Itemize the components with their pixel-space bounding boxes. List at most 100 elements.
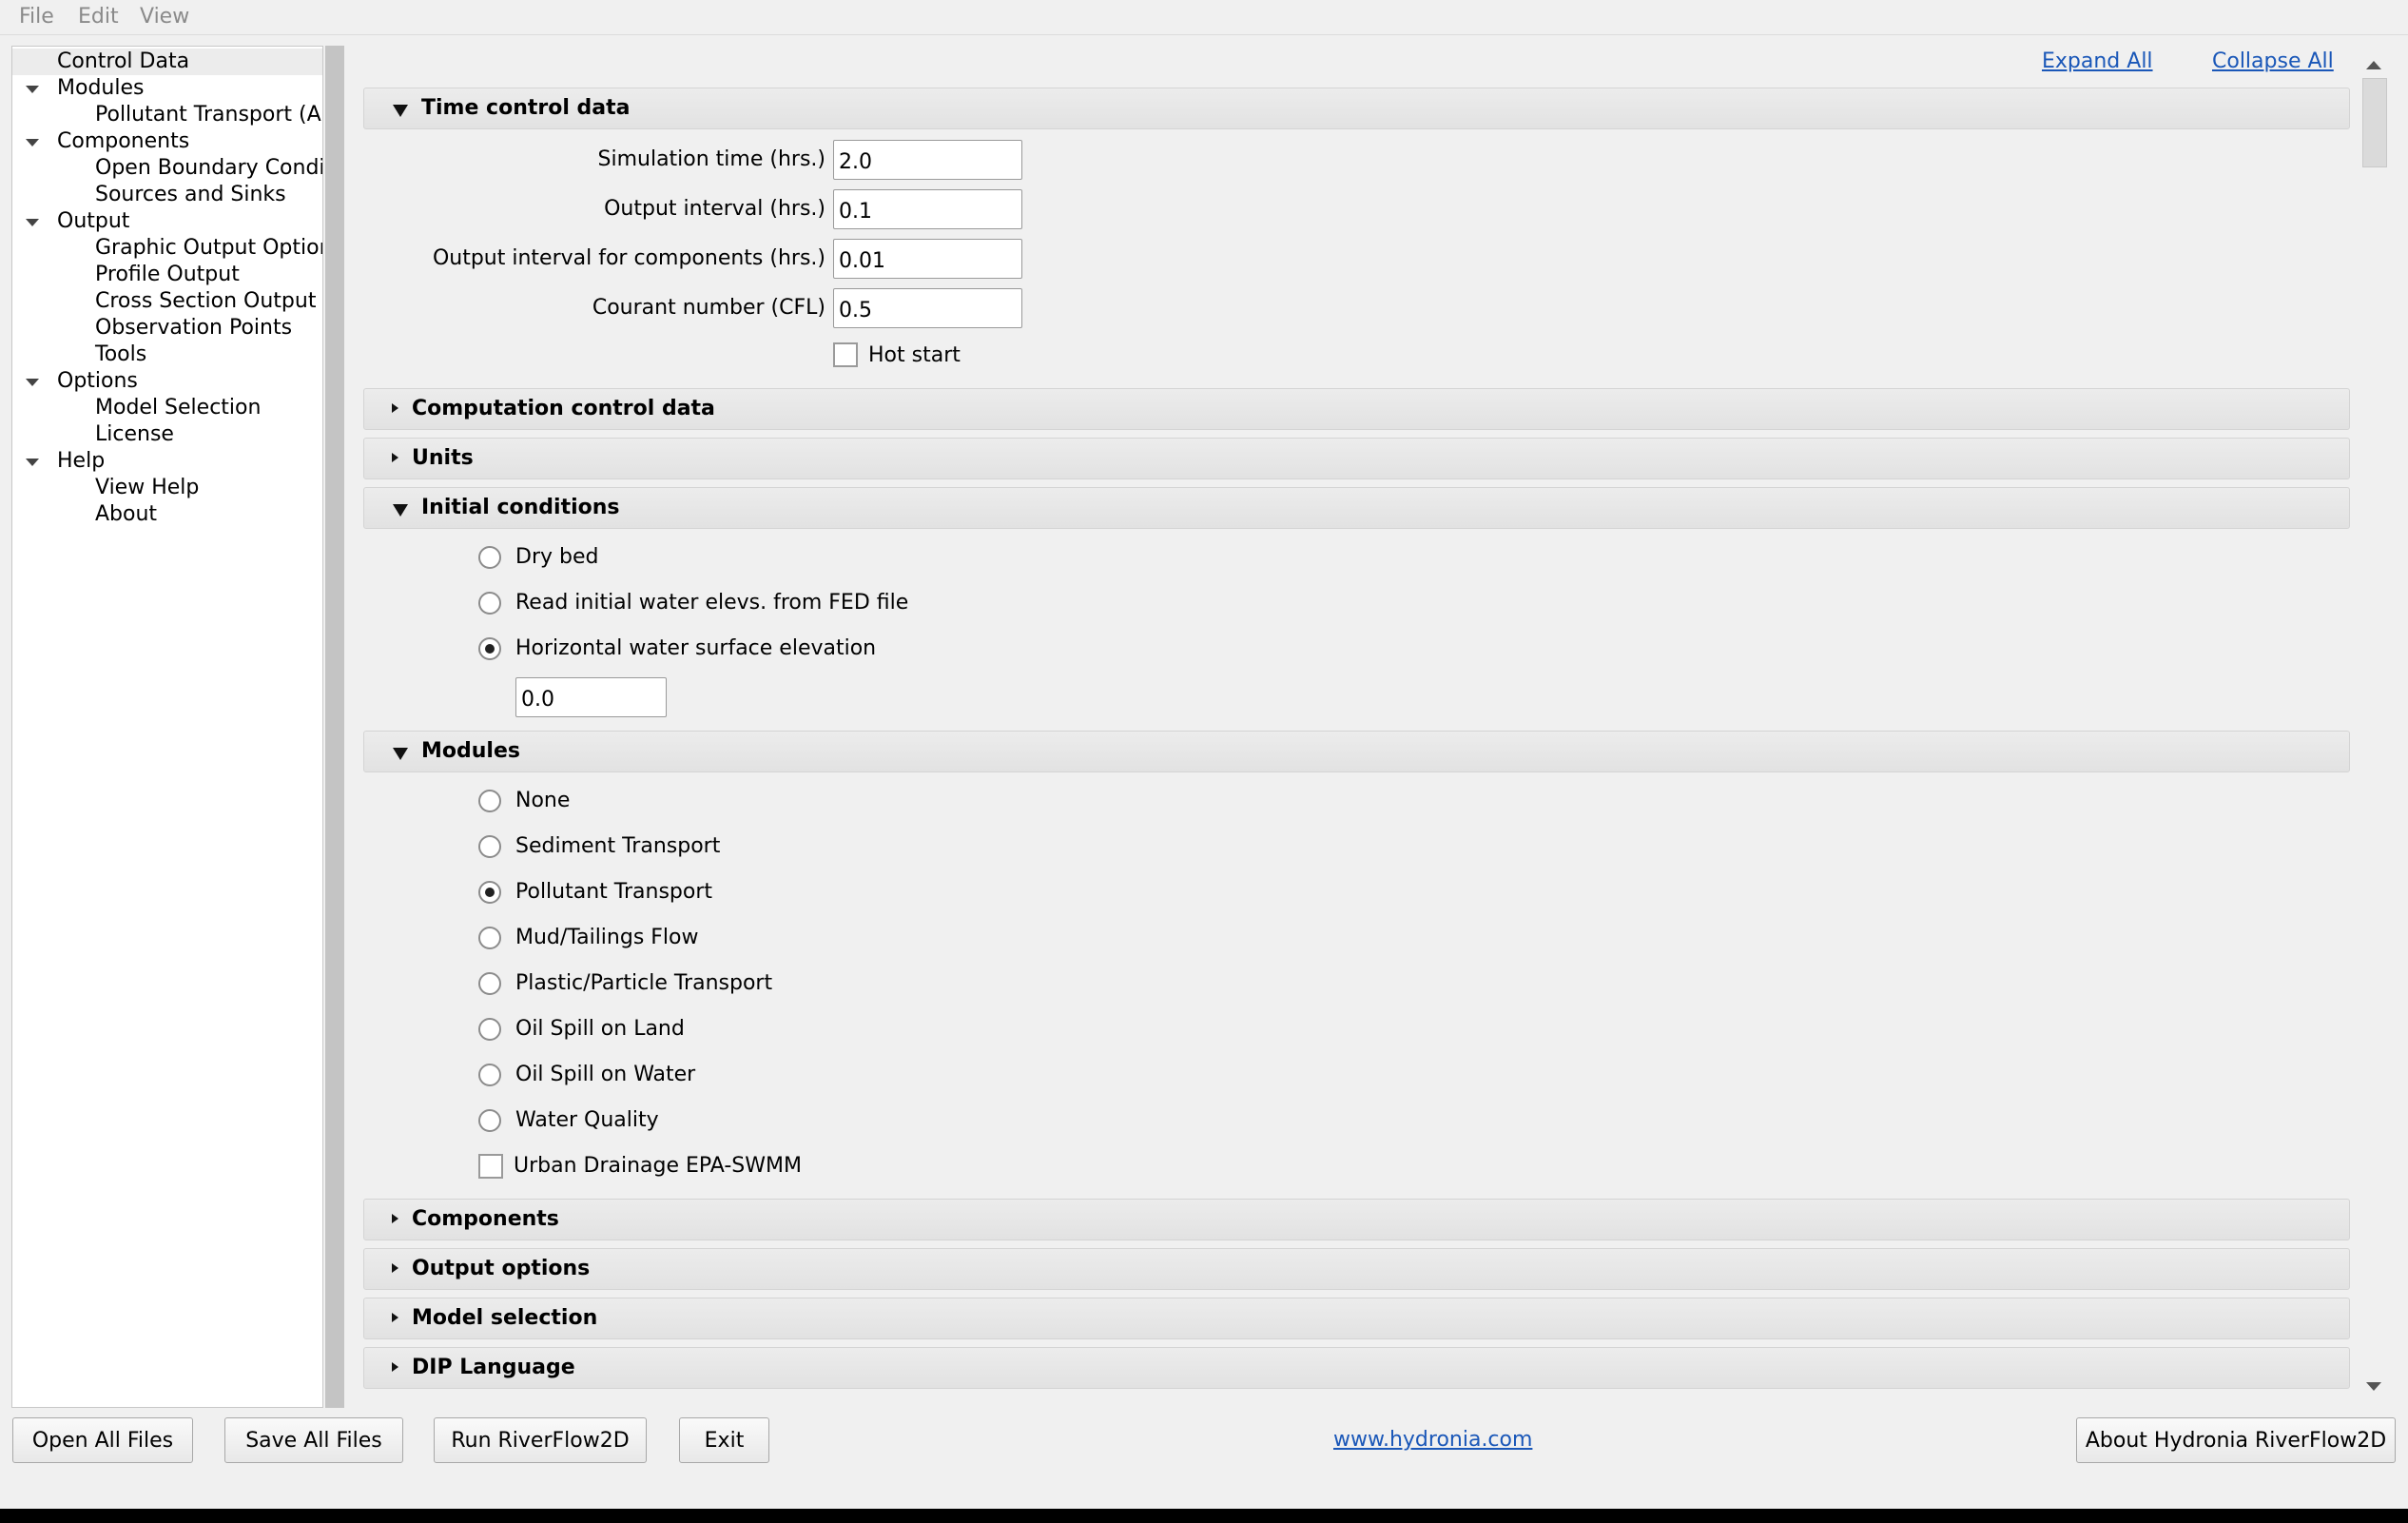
tree-item-about[interactable]: About (95, 501, 157, 528)
tree-item-sources-sinks[interactable]: Sources and Sinks (95, 182, 286, 208)
expand-arrow-icon[interactable] (26, 219, 39, 226)
read-fed-radio[interactable] (478, 592, 501, 615)
module-oil-water-label: Oil Spill on Water (515, 1063, 696, 1086)
collapse-triangle-icon (393, 105, 408, 117)
section-title: Computation control data (412, 397, 715, 420)
section-modules-header[interactable]: Modules (363, 731, 2350, 772)
module-sediment-label: Sediment Transport (515, 834, 721, 858)
output-interval-components-label: Output interval for components (hrs.) (432, 246, 825, 270)
website-link[interactable]: www.hydronia.com (1333, 1428, 1532, 1452)
tree-item-graphic-output[interactable]: Graphic Output Options (95, 235, 322, 262)
tree-item-cross-section-output[interactable]: Cross Section Output (95, 288, 316, 315)
tree-item-components[interactable]: Components (57, 128, 189, 155)
tree-item-help[interactable]: Help (57, 448, 105, 475)
tree-item-view-help[interactable]: View Help (95, 475, 199, 501)
section-initial-conditions-header[interactable]: Initial conditions (363, 487, 2350, 529)
module-plastic-label: Plastic/Particle Transport (515, 971, 773, 995)
scrollbar-thumb[interactable] (2362, 78, 2387, 167)
tree-item-label: Control Data (57, 49, 190, 73)
module-mud-label: Mud/Tailings Flow (515, 926, 699, 949)
module-plastic-radio[interactable] (478, 972, 501, 995)
tree-item-open-boundary[interactable]: Open Boundary Condi... (95, 155, 322, 182)
section-output-options-header[interactable]: Output options (363, 1248, 2350, 1290)
menu-file[interactable]: File (19, 5, 54, 29)
expand-triangle-icon (392, 1214, 398, 1223)
tree-item-profile-output[interactable]: Profile Output (95, 262, 240, 288)
menu-edit[interactable]: Edit (78, 5, 119, 29)
open-all-files-button[interactable]: Open All Files (12, 1417, 193, 1463)
module-none-radio[interactable] (478, 790, 501, 812)
expand-triangle-icon (392, 1313, 398, 1322)
section-title: Model selection (412, 1306, 598, 1330)
section-title: Units (412, 446, 474, 470)
section-units-header[interactable]: Units (363, 438, 2350, 479)
urban-drainage-checkbox[interactable] (478, 1154, 503, 1179)
scroll-down-arrow-icon[interactable] (2366, 1382, 2381, 1391)
expand-triangle-icon (392, 1263, 398, 1273)
collapse-triangle-icon (393, 748, 408, 760)
collapse-all-link[interactable]: Collapse All (2212, 49, 2334, 73)
tree-item-modules[interactable]: Modules (57, 75, 144, 102)
expand-triangle-icon (392, 1362, 398, 1372)
section-components-header[interactable]: Components (363, 1199, 2350, 1240)
section-dip-language-header[interactable]: DIP Language (363, 1347, 2350, 1389)
module-oil-land-label: Oil Spill on Land (515, 1017, 685, 1041)
splitter-handle[interactable] (325, 46, 344, 1408)
module-oil-water-radio[interactable] (478, 1064, 501, 1086)
exit-button[interactable]: Exit (679, 1417, 769, 1463)
menu-bar: File Edit View (0, 0, 2408, 35)
expand-arrow-icon[interactable] (26, 379, 39, 386)
section-model-selection-header[interactable]: Model selection (363, 1298, 2350, 1339)
output-interval-components-input[interactable] (833, 239, 1022, 279)
menu-view[interactable]: View (140, 5, 189, 29)
output-interval-label: Output interval (hrs.) (604, 197, 825, 221)
module-water-quality-radio[interactable] (478, 1109, 501, 1132)
section-title: DIP Language (412, 1356, 575, 1379)
expand-triangle-icon (392, 403, 398, 413)
expand-arrow-icon[interactable] (26, 139, 39, 146)
section-title: Output options (412, 1257, 591, 1280)
courant-number-input[interactable] (833, 288, 1022, 328)
section-title: Modules (421, 739, 520, 763)
expand-arrow-icon[interactable] (26, 86, 39, 93)
tree-item-model-selection[interactable]: Model Selection (95, 395, 261, 421)
section-title: Time control data (421, 96, 631, 120)
save-all-files-button[interactable]: Save All Files (224, 1417, 403, 1463)
module-oil-land-radio[interactable] (478, 1018, 501, 1041)
expand-all-link[interactable]: Expand All (2042, 49, 2153, 73)
tree-item-output[interactable]: Output (57, 208, 129, 235)
tree-item-control-data[interactable]: Control Data (12, 49, 322, 75)
dry-bed-radio[interactable] (478, 546, 501, 569)
output-interval-input[interactable] (833, 189, 1022, 229)
tree-item-observation-points[interactable]: Observation Points (95, 315, 292, 342)
run-riverflow2d-button[interactable]: Run RiverFlow2D (434, 1417, 647, 1463)
tree-item-tools[interactable]: Tools (95, 342, 146, 368)
tree-item-pollutant-transport[interactable]: Pollutant Transport (A... (95, 102, 322, 128)
vertical-scrollbar[interactable] (2359, 53, 2393, 1404)
module-sediment-radio[interactable] (478, 835, 501, 858)
navigation-tree: Control Data Modules Pollutant Transport… (11, 46, 323, 1408)
simulation-time-input[interactable] (833, 140, 1022, 180)
expand-triangle-icon (392, 453, 398, 462)
tree-item-license[interactable]: License (95, 421, 174, 448)
section-time-control-header[interactable]: Time control data (363, 88, 2350, 129)
dry-bed-label: Dry bed (515, 545, 599, 569)
section-title: Components (412, 1207, 559, 1231)
module-pollutant-radio[interactable] (478, 881, 501, 904)
module-pollutant-label: Pollutant Transport (515, 880, 713, 904)
elevation-input[interactable] (515, 677, 667, 717)
tree-item-options[interactable]: Options (57, 368, 138, 395)
hot-start-checkbox[interactable] (833, 342, 858, 367)
bottom-edge (0, 1509, 2408, 1523)
horizontal-surface-radio[interactable] (478, 637, 501, 660)
read-fed-label: Read initial water elevs. from FED file (515, 591, 909, 615)
expand-arrow-icon[interactable] (26, 459, 39, 466)
hot-start-label: Hot start (868, 343, 961, 367)
module-water-quality-label: Water Quality (515, 1108, 659, 1132)
about-hydronia-button[interactable]: About Hydronia RiverFlow2D (2076, 1417, 2396, 1463)
module-mud-radio[interactable] (478, 927, 501, 949)
courant-number-label: Courant number (CFL) (592, 296, 825, 320)
scroll-up-arrow-icon[interactable] (2366, 61, 2381, 69)
collapse-triangle-icon (393, 504, 408, 517)
section-computation-control-header[interactable]: Computation control data (363, 388, 2350, 430)
